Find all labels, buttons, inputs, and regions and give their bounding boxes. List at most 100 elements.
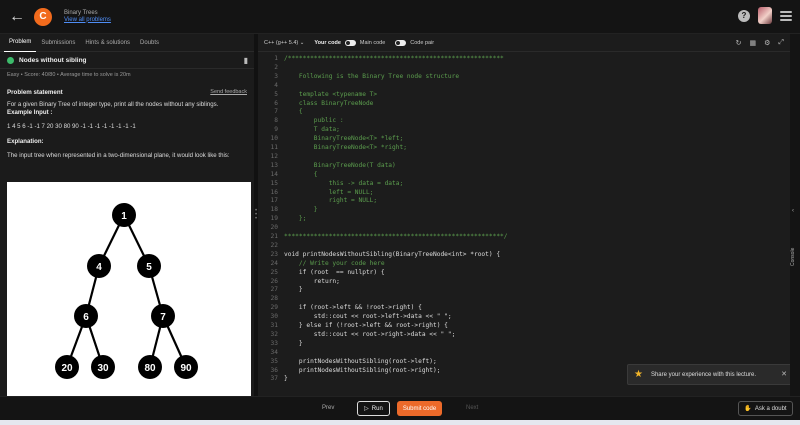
send-feedback-link[interactable]: Send feedback [210, 89, 247, 96]
problem-panel: Problem Submissions Hints & solutions Do… [0, 34, 254, 396]
line-number: 28 [270, 295, 278, 303]
avatar[interactable] [758, 7, 772, 24]
template-icon[interactable]: ▦ [749, 39, 756, 47]
next-button[interactable]: Next [466, 405, 478, 411]
solved-check-icon [7, 56, 14, 64]
example-label: Example Input : [7, 109, 53, 117]
line-number: 1 [274, 55, 278, 62]
top-right-controls: ? [738, 7, 792, 24]
code-view-switch[interactable] [344, 39, 356, 46]
tab-submissions[interactable]: Submissions [36, 34, 80, 52]
top-bar: ← C Binary Trees View all problems ? [0, 0, 800, 34]
settings-gear-icon[interactable]: ⚙ [764, 39, 770, 47]
line-number: 6 [274, 99, 278, 107]
statement-text: For a given Binary Tree of integer type,… [0, 98, 254, 120]
run-label: Run [371, 405, 383, 412]
line-number: 14 [270, 170, 278, 178]
code-line: T data; [284, 126, 340, 134]
code-line: public : [284, 117, 344, 125]
tab-hints-solutions[interactable]: Hints & solutions [80, 34, 135, 52]
line-number: 17 [270, 197, 278, 205]
topic-title: Binary Trees [64, 9, 98, 16]
line-number: 16 [270, 188, 278, 196]
example-input: 1 4 5 6 -1 -1 7 20 30 80 90 -1 -1 -1 -1 … [7, 123, 136, 131]
tree-label-90: 90 [180, 363, 192, 374]
problem-tabs: Problem Submissions Hints & solutions Do… [0, 34, 254, 52]
line-number: 20 [270, 224, 278, 232]
view-all-problems-link[interactable]: View all problems [64, 17, 111, 24]
line-number: 15 [270, 179, 278, 187]
code-line: printNodesWithoutSibling(root->right); [284, 366, 441, 374]
line-number: 2 [274, 63, 278, 71]
fullscreen-icon[interactable]: ⤢ [778, 39, 784, 47]
help-icon[interactable]: ? [738, 9, 750, 22]
tree-label-80: 80 [144, 363, 156, 374]
line-number: 36 [270, 366, 278, 374]
problem-title-row: Nodes without sibling ▮ [0, 52, 254, 69]
line-number: 37 [270, 375, 278, 383]
line-number: 24 [270, 259, 278, 267]
line-number: 12 [270, 152, 278, 160]
line-number: 18 [270, 206, 278, 214]
line-number: 9 [274, 126, 278, 134]
line-number: 23 [270, 250, 278, 258]
code-line: this -> data = data; [284, 179, 404, 187]
run-button[interactable]: ▷ Run [357, 401, 390, 416]
code-line: if (root == nullptr) { [284, 268, 385, 276]
tree-label-1: 1 [121, 211, 127, 222]
console-label: Console [790, 247, 796, 266]
problem-meta: Easy • Score: 40/80 • Average time to so… [7, 72, 131, 78]
taskbar-strip [0, 420, 800, 425]
submit-code-button[interactable]: Submit code [397, 401, 442, 416]
line-number: 4 [274, 81, 278, 89]
code-line: // Write your code here [284, 259, 385, 267]
chevron-left-icon[interactable]: ‹ [792, 208, 794, 214]
code-line: left = NULL; [284, 188, 374, 196]
breadcrumb: Binary Trees View all problems [64, 10, 111, 24]
hand-icon: ✋ [744, 406, 752, 412]
reset-icon[interactable]: ↻ [736, 39, 742, 47]
code-pair-switch[interactable] [395, 39, 407, 46]
line-number: 26 [270, 277, 278, 285]
prev-button[interactable]: Prev [322, 405, 334, 411]
code-line: if (root->left && !root->right) { [284, 304, 422, 312]
back-arrow-icon[interactable]: ← [6, 6, 28, 28]
code-pair-toggle[interactable]: Code pair [395, 39, 434, 46]
code-line: { [284, 170, 318, 178]
explanation-label: Explanation: [7, 137, 44, 145]
play-icon: ▷ [364, 406, 369, 412]
code-editor-panel: C++ (g++ 5.4) ⌄ Your code Main code Code … [258, 34, 790, 396]
code-area[interactable]: 1 /**************************************… [258, 53, 790, 383]
tree-nodes [55, 203, 198, 379]
feedback-toast[interactable]: ★ Share your experience with this lectur… [627, 364, 792, 385]
tab-doubts[interactable]: Doubts [135, 34, 164, 52]
tree-label-4: 4 [96, 262, 102, 273]
tab-problem[interactable]: Problem [4, 34, 37, 52]
code-line: BinaryTreeNode<T> *right; [284, 144, 407, 151]
code-line: std::cout << root->left->data << " "; [284, 313, 452, 321]
line-number: 10 [270, 135, 278, 143]
code-line: return; [284, 277, 340, 285]
line-number: 35 [270, 357, 278, 365]
tree-diagram: 1 4 5 6 7 20 30 80 90 [7, 182, 251, 396]
line-number: 19 [270, 215, 278, 223]
line-number: 29 [270, 304, 278, 312]
logo[interactable]: C [34, 7, 52, 26]
ask-doubt-button[interactable]: ✋ Ask a doubt [738, 401, 793, 416]
console-sidebar[interactable]: ‹ Console [790, 34, 800, 396]
ask-doubt-label: Ask a doubt [754, 405, 787, 412]
toast-message: Share your experience with this lecture. [650, 371, 757, 378]
code-line: ****************************************… [284, 233, 508, 240]
line-number: 7 [274, 108, 278, 116]
language-select[interactable]: C++ (g++ 5.4) ⌄ [264, 40, 304, 46]
line-number: 30 [270, 313, 278, 321]
bookmark-icon[interactable]: ▮ [244, 56, 248, 65]
star-icon: ★ [634, 369, 643, 380]
problem-title: Nodes without sibling [19, 56, 87, 64]
code-view-toggle[interactable]: Your code Main code [314, 39, 385, 46]
close-icon[interactable]: ✕ [781, 370, 787, 378]
code-line: std::cout << root->right->data << " "; [284, 330, 456, 338]
tree-label-30: 30 [97, 363, 109, 374]
hamburger-menu-icon[interactable] [780, 10, 792, 21]
code-line: /***************************************… [284, 55, 504, 62]
